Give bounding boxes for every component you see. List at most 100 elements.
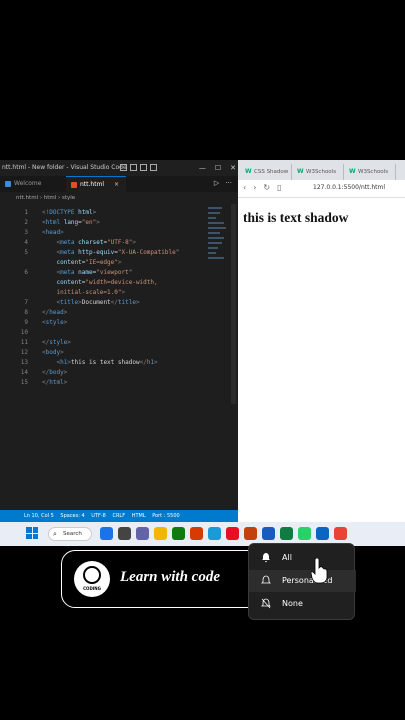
line-number: 12 [20,349,28,356]
browser-tab[interactable]: W W3Schools [294,164,344,180]
w3schools-icon: W [349,168,356,175]
app-icon[interactable] [280,527,293,540]
code-text: <body> [42,349,64,356]
code-text: <html lang="en"> [42,219,100,226]
close-tab-icon[interactable]: × [114,181,119,188]
address-bar[interactable]: 127.0.0.1:5500/ntt.html [313,184,385,191]
encoding[interactable]: UTF-8 [91,513,106,519]
app-icon[interactable] [136,527,149,540]
banner-text: Learn with code [120,569,220,585]
close-icon[interactable]: ✕ [230,160,236,176]
browser-toolbar: ‹ › ↻ ▯ 127.0.0.1:5500/ntt.html [238,180,405,198]
tab-ntt-html[interactable]: ntt.html × [66,176,126,192]
line-number: 8 [24,309,28,316]
vscode-title-bar: ntt.html - New folder - Visual Studio Co… [0,160,238,176]
code-text: <h1>this is text shadow</h1> [56,359,158,366]
run-icon[interactable]: ▷ [214,179,219,187]
menu-item-none[interactable]: None [249,593,356,615]
search-box[interactable]: ⌕ Search [48,527,92,541]
breadcrumb[interactable]: ntt.html › html › style [0,192,238,204]
taskbar-apps [100,527,347,540]
reload-icon[interactable]: ↻ [263,183,270,192]
bookmark-icon[interactable]: ▯ [277,183,281,192]
app-icon[interactable] [118,527,131,540]
code-text: <meta http-equiv="X-UA-Compatible" [56,249,180,256]
editor-tabs: Welcome ntt.html × ▷ ··· [0,176,238,192]
line-number: 4 [24,239,28,246]
more-icon[interactable]: ··· [225,179,232,187]
line-number: 1 [24,209,28,216]
app-icon[interactable] [154,527,167,540]
minimize-icon[interactable]: — [199,160,206,176]
app-icon[interactable] [244,527,257,540]
app-icon[interactable] [262,527,275,540]
scrollbar[interactable] [231,204,236,404]
app-icon[interactable] [172,527,185,540]
window-controls: — ☐ ✕ [199,160,236,176]
bell-ring-icon [262,553,270,563]
line-number: 7 [24,299,28,306]
line-number: 10 [20,329,28,336]
status-bar: Ln 10, Col 5 Spaces: 4 UTF-8 CRLF HTML P… [0,510,238,522]
menu-item-personalized[interactable]: Personalized [249,570,356,592]
line-number: 3 [24,229,28,236]
code-text: <meta name="viewport" [56,269,133,276]
code-text: initial-scale=1.0"> [56,289,126,296]
app-icon[interactable] [334,527,347,540]
browser-tab[interactable]: W CSS Shadow [242,164,292,180]
start-icon[interactable] [26,527,38,539]
app-icon[interactable] [316,527,329,540]
minimap[interactable] [206,204,228,324]
search-icon: ⌕ [53,530,57,538]
code-editor[interactable]: 1 <!DOCTYPE html> 2 <html lang="en"> 3 <head>… [0,204,205,510]
tab-label: ntt.html [80,181,105,188]
code-text: <meta charset="UTF-8"> [56,239,136,246]
code-text: content="IE=edge"> [56,259,122,266]
back-icon[interactable]: ‹ [243,183,246,192]
line-number: 15 [20,379,28,386]
code-text: <!DOCTYPE html> [42,209,97,216]
line-number: 11 [20,339,28,346]
browser-tab[interactable]: W W3Schools [346,164,396,180]
coding-logo: CODING [74,561,110,597]
code-text: </body> [42,369,68,376]
indentation[interactable]: Spaces: 4 [60,513,84,519]
line-number: 2 [24,219,28,226]
live-server-port[interactable]: Port : 5500 [152,513,180,519]
app-icon[interactable] [190,527,203,540]
screen: ntt.html - New folder - Visual Studio Co… [0,0,405,720]
browser-window: W CSS Shadow W W3Schools W W3Schools ‹ ›… [238,160,405,522]
menu-item-all[interactable]: All [249,547,356,569]
maximize-icon[interactable]: ☐ [215,160,221,176]
app-icon[interactable] [298,527,311,540]
vscode-icon [5,181,11,187]
line-number: 14 [20,369,28,376]
editor-actions: ▷ ··· [214,179,232,187]
html-file-icon [71,182,77,188]
app-icon[interactable] [208,527,221,540]
bell-off-icon [261,598,271,609]
line-number: 13 [20,359,28,366]
line-number: 6 [24,269,28,276]
code-text: <style> [42,319,68,326]
bell-icon [261,575,271,584]
app-icon[interactable] [100,527,113,540]
vscode-window: ntt.html - New folder - Visual Studio Co… [0,160,238,522]
w3schools-icon: W [245,168,252,175]
code-text: </head> [42,309,68,316]
layout-controls[interactable] [120,164,157,171]
language-mode[interactable]: HTML [132,513,146,519]
forward-icon[interactable]: › [253,183,256,192]
page-heading: this is text shadow [243,210,349,225]
cursor-position[interactable]: Ln 10, Col 5 [24,513,54,519]
code-text: </style> [42,339,71,346]
browser-tabs: W CSS Shadow W W3Schools W W3Schools [238,160,405,180]
app-icon[interactable] [226,527,239,540]
code-text: content="width=device-width, [56,279,158,286]
notification-menu: All Personalized None [248,543,356,620]
code-text: <head> [42,229,64,236]
line-ending[interactable]: CRLF [112,513,125,519]
window-title: ntt.html - New folder - Visual Studio Co… [2,164,127,171]
w3schools-icon: W [297,168,304,175]
tab-welcome[interactable]: Welcome [0,176,58,192]
